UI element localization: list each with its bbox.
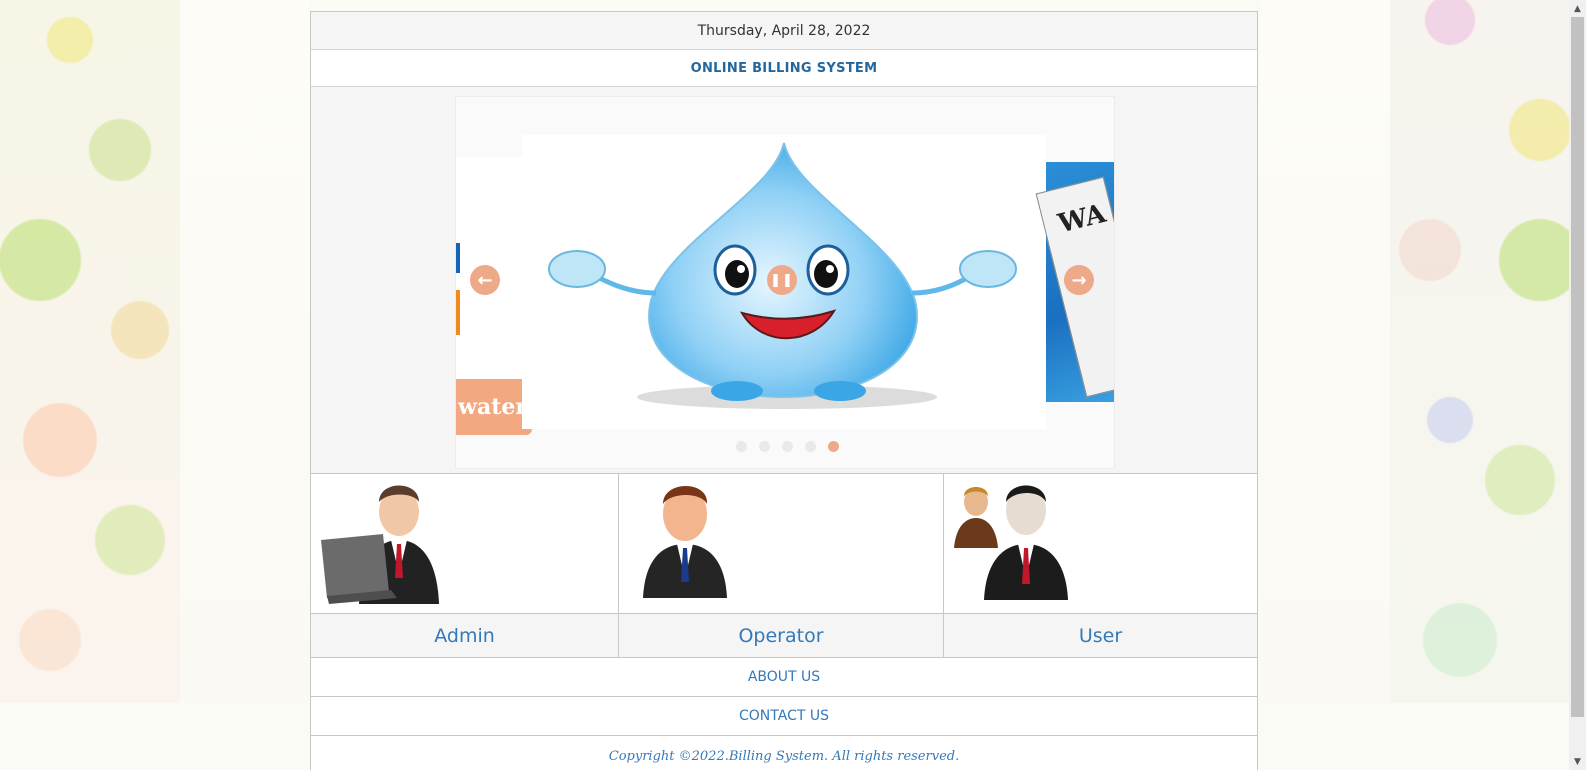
role-admin[interactable]: Admin: [311, 474, 619, 657]
carousel-dot-5[interactable]: [828, 441, 839, 452]
operator-label[interactable]: Operator: [619, 614, 943, 657]
scrollbar-thumb[interactable]: [1571, 17, 1584, 717]
operator-businessman-icon: [643, 486, 727, 598]
carousel-pause-button[interactable]: ❚❚: [767, 265, 797, 295]
role-user[interactable]: User: [944, 474, 1257, 657]
main-container: Thursday, April 28, 2022 ONLINE BILLING …: [310, 11, 1258, 770]
carousel-dot-2[interactable]: [759, 441, 770, 452]
carousel-dot-3[interactable]: [782, 441, 793, 452]
about-us-link[interactable]: ABOUT US: [311, 658, 1257, 697]
user-label[interactable]: User: [944, 614, 1257, 657]
role-operator[interactable]: Operator: [619, 474, 944, 657]
user-group-icon: [954, 485, 1068, 600]
admin-with-laptop-icon: [321, 485, 439, 604]
background-panel-right: [1260, 0, 1390, 703]
slider-section: water WA ← ❚❚ →: [311, 87, 1257, 474]
date-display: Thursday, April 28, 2022: [311, 12, 1257, 50]
water-badge: water: [456, 379, 532, 435]
arrow-right-icon: →: [1071, 269, 1087, 291]
arrow-left-icon: ←: [477, 269, 493, 291]
copyright-text: Copyright ©2022.Billing System. All righ…: [311, 736, 1257, 770]
admin-label[interactable]: Admin: [311, 614, 618, 657]
carousel-prev-button[interactable]: ←: [470, 265, 500, 295]
image-carousel: water WA ← ❚❚ →: [455, 96, 1115, 469]
floral-background-left: [0, 0, 180, 703]
pause-icon: ❚❚: [770, 272, 794, 288]
scroll-down-arrow-icon[interactable]: ▼: [1569, 753, 1586, 770]
carousel-dot-4[interactable]: [805, 441, 816, 452]
scroll-up-arrow-icon[interactable]: ▲: [1569, 0, 1586, 17]
contact-us-link[interactable]: CONTACT US: [311, 697, 1257, 736]
carousel-dot-1[interactable]: [736, 441, 747, 452]
carousel-next-button[interactable]: →: [1064, 265, 1094, 295]
vertical-scrollbar[interactable]: ▲ ▼: [1569, 0, 1586, 770]
page-title: ONLINE BILLING SYSTEM: [311, 50, 1257, 87]
carousel-indicators: [736, 441, 839, 452]
floral-background-right: [1390, 0, 1570, 703]
newspaper-headline: WA: [1055, 198, 1109, 240]
background-panel-left: [180, 0, 310, 703]
role-selection: Admin Operator User: [311, 474, 1257, 658]
